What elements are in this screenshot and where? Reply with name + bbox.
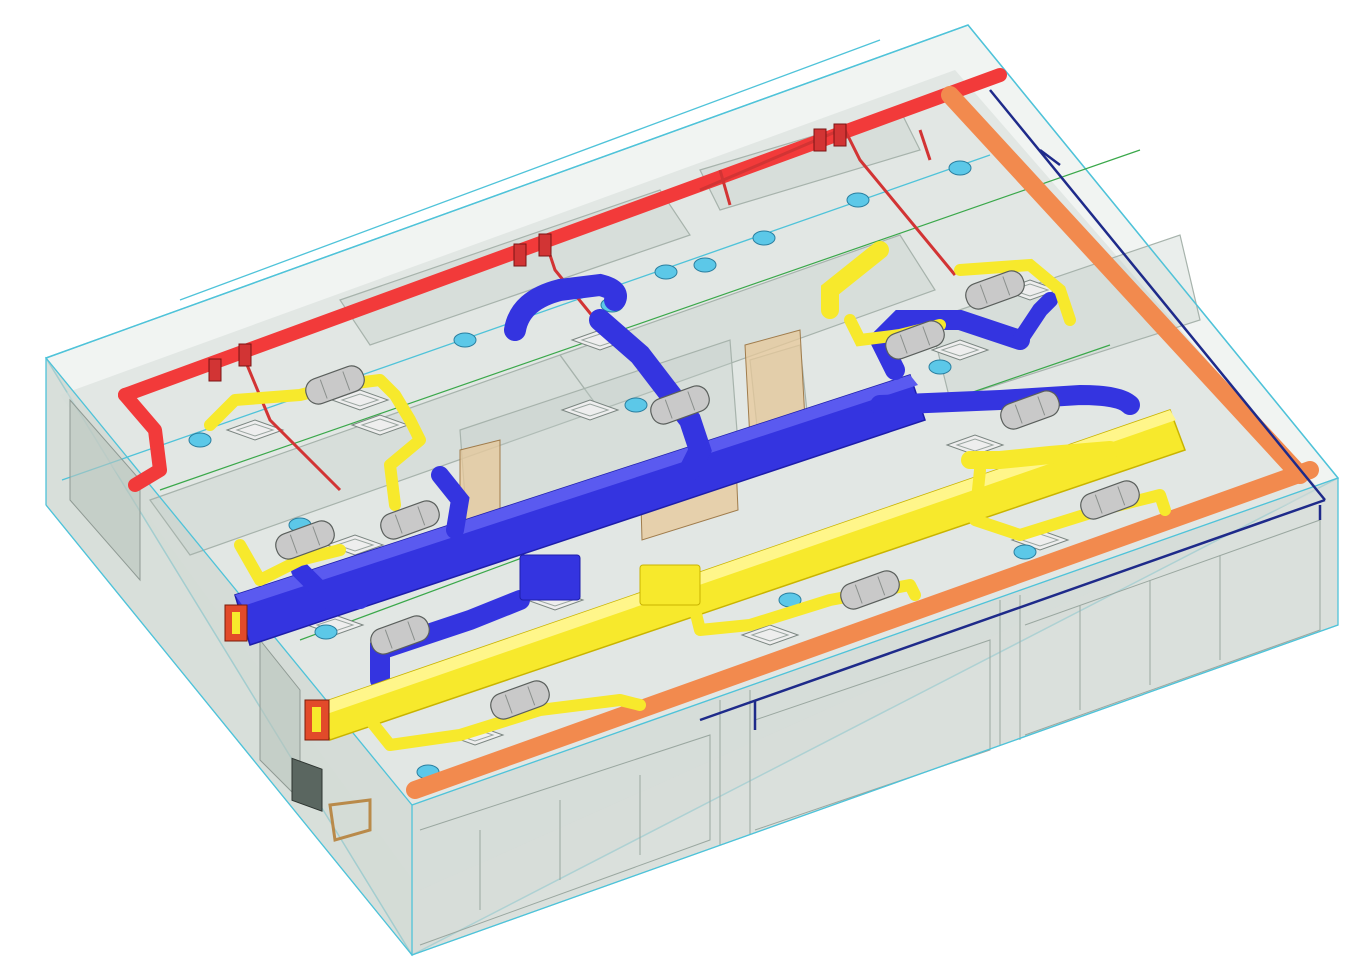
return-plenum-box	[519, 554, 581, 601]
sprinkler-head-icon	[453, 332, 477, 348]
sprinkler-head-icon	[752, 230, 776, 246]
sprinkler-head-icon	[846, 192, 870, 208]
return-branch-3	[870, 384, 1140, 415]
sprinkler-head-icon	[654, 264, 678, 280]
mep-isometric-drawing	[44, 24, 1340, 957]
valve-icon	[538, 233, 552, 257]
supply-branch-9	[961, 441, 1119, 469]
sprinkler-head-icon	[624, 397, 648, 413]
valve-icon	[513, 243, 527, 267]
sprinkler-head-icon	[693, 257, 717, 273]
sprinkler-head-icon	[948, 160, 972, 176]
sprinkler-head-icon	[314, 624, 338, 640]
sprinkler-head-icon	[1013, 544, 1037, 560]
valve-icon	[833, 123, 847, 147]
valve-icon	[208, 358, 222, 382]
mep-model-view	[0, 0, 1350, 957]
valve-icon	[238, 343, 252, 367]
supply-plenum-box	[639, 564, 701, 606]
valve-icon	[813, 128, 827, 152]
sprinkler-head-icon	[928, 359, 952, 375]
sprinkler-head-icon	[188, 432, 212, 448]
